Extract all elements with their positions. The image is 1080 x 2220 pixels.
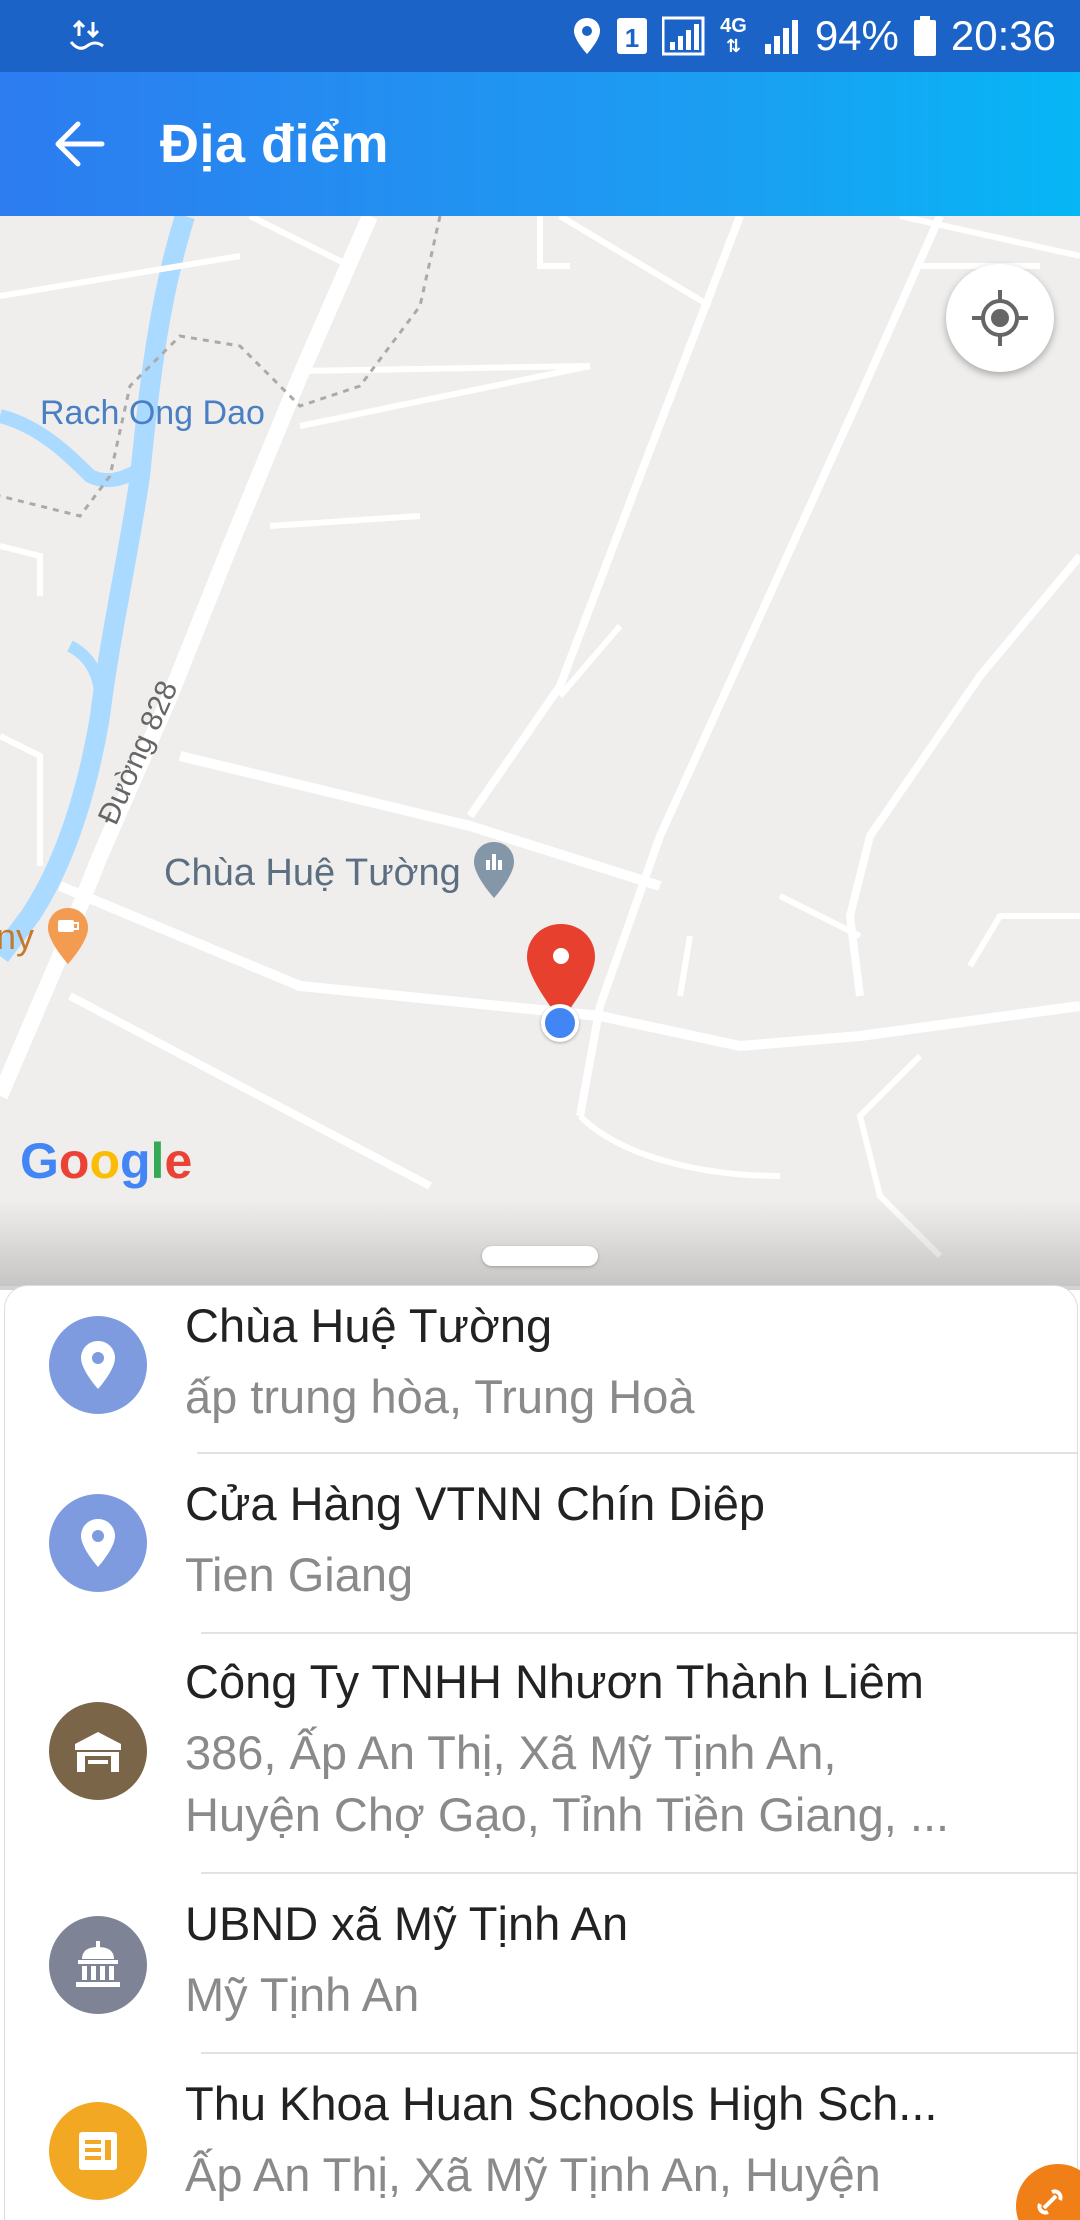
sync-icon <box>64 13 110 59</box>
list-item[interactable]: Cửa Hàng VTNN Chín Diêp Tien Giang <box>5 1454 1077 1634</box>
list-item[interactable]: Thu Khoa Huan Schools High Sch... Ấp An … <box>5 2054 1077 2220</box>
status-icons: 1 4G ⇅ 94% 20:36 <box>572 12 1056 60</box>
sim-icon: 1 <box>616 13 648 59</box>
google-logo: Google <box>20 1133 193 1189</box>
location-pin-icon <box>49 1494 147 1592</box>
sim-slot-label: 1 <box>625 23 639 53</box>
list-item[interactable]: Công Ty TNHH Nhươn Thành Liêm 386, Ấp An… <box>5 1634 1077 1872</box>
current-location-dot <box>541 1004 579 1042</box>
map-view[interactable]: Rach Ong Dao Đường 828 ny Chùa Huệ Tường… <box>0 216 1080 1286</box>
page-title: Địa điểm <box>160 114 390 174</box>
back-button[interactable] <box>0 72 160 216</box>
link-icon <box>1037 2189 1063 2215</box>
arrow-left-icon <box>55 121 105 167</box>
place-name: Chùa Huệ Tường <box>185 1299 553 1352</box>
place-address-line1: 386, Ấp An Thị, Xã Mỹ Tịnh An, <box>185 1726 837 1779</box>
place-address-line2: Huyện Chợ Gạo, Tỉnh Tiền Giang, ... <box>185 1788 950 1841</box>
place-name: Công Ty TNHH Nhươn Thành Liêm <box>185 1655 924 1708</box>
list-item[interactable]: Chùa Huệ Tường ấp trung hòa, Trung Hoà <box>5 1286 1077 1454</box>
places-list[interactable]: Chùa Huệ Tường ấp trung hòa, Trung Hoà C… <box>4 1285 1078 2220</box>
map-roads <box>0 216 1080 1259</box>
sheet-shadow <box>0 1200 1080 1290</box>
my-location-button[interactable] <box>946 264 1054 372</box>
school-icon <box>49 2102 147 2200</box>
battery-percent: 94% <box>814 12 899 59</box>
battery-icon <box>913 13 937 59</box>
canal-label: Rach Ong Dao <box>40 394 265 432</box>
signal-icon <box>662 13 706 59</box>
temple-icon[interactable] <box>470 840 518 905</box>
place-address: ấp trung hòa, Trung Hoà <box>185 1370 695 1423</box>
place-name: UBND xã Mỹ Tịnh An <box>185 1897 629 1950</box>
place-name: Cửa Hàng VTNN Chín Diêp <box>185 1477 766 1530</box>
location-icon <box>572 13 602 59</box>
place-address: Tien Giang <box>185 1548 414 1601</box>
location-pin-icon <box>49 1316 147 1414</box>
store-icon <box>49 1702 147 1800</box>
clock: 20:36 <box>950 12 1056 59</box>
government-building-icon <box>49 1916 147 2014</box>
place-name: Thu Khoa Huan Schools High Sch... <box>185 2077 938 2130</box>
app-bar: Địa điểm <box>0 72 1080 216</box>
data-icon: 4G ⇅ <box>720 15 747 56</box>
crosshair-icon <box>972 290 1028 346</box>
drag-handle[interactable] <box>482 1246 598 1266</box>
place-address: Mỹ Tịnh An <box>185 1968 420 2021</box>
list-item[interactable]: UBND xã Mỹ Tịnh An Mỹ Tịnh An <box>5 1874 1077 2054</box>
status-bar: 1 4G ⇅ 94% 20:36 <box>0 0 1080 72</box>
cafe-icon[interactable] <box>44 906 92 971</box>
poi-label: Chùa Huệ Tường <box>164 852 461 894</box>
place-address: Ấp An Thị, Xã Mỹ Tịnh An, Huyện <box>185 2148 881 2201</box>
network-type: 4G <box>720 15 747 37</box>
partial-poi-label: ny <box>0 916 35 957</box>
signal-icon <box>761 13 801 59</box>
